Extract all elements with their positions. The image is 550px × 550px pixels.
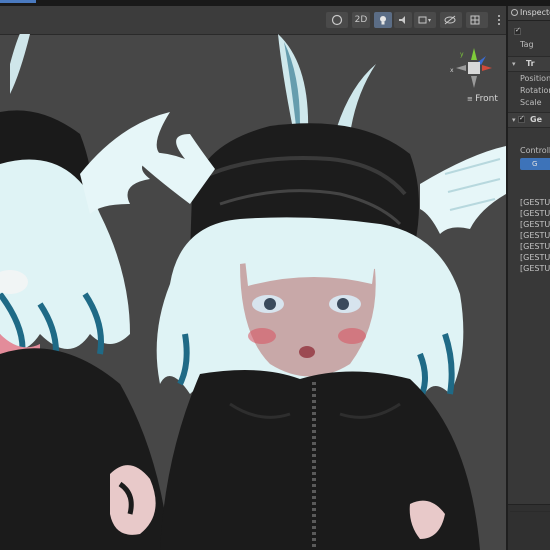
grid-icon: [470, 15, 480, 25]
transform-header[interactable]: ▾ Tr: [508, 56, 550, 72]
component-header[interactable]: ▾ Ge: [508, 112, 550, 128]
rotation-label: Rotation: [520, 86, 550, 95]
active-checkbox[interactable]: [514, 26, 521, 35]
gesture-item[interactable]: [GESTUR: [520, 253, 550, 262]
main-avatar: [130, 34, 506, 550]
controlling-button[interactable]: G: [520, 158, 550, 170]
gizmos-dropdown-button[interactable]: [466, 12, 488, 28]
component-enabled-checkbox[interactable]: [518, 114, 525, 123]
gesture-item[interactable]: [GESTUR: [520, 264, 550, 273]
position-label: Position: [520, 74, 550, 83]
gesture-item[interactable]: [GESTUR: [520, 231, 550, 240]
hidden-objects-button[interactable]: [440, 12, 462, 28]
audio-toggle-button[interactable]: [394, 12, 412, 28]
scene-toolbar: 2D: [0, 6, 506, 35]
effects-dropdown-button[interactable]: [414, 12, 436, 28]
controlling-label: Controllin: [520, 146, 550, 155]
effects-icon: [418, 16, 431, 24]
lighting-toggle-button[interactable]: [374, 12, 392, 28]
gesture-item[interactable]: [GESTUR: [520, 242, 550, 251]
transform-header-label: Tr: [526, 59, 535, 68]
tag-label: Tag: [520, 40, 534, 49]
active-window-tab[interactable]: [0, 0, 36, 3]
component-header-label: Ge: [530, 115, 542, 124]
info-icon: [511, 9, 518, 16]
gesture-item[interactable]: [GESTUR: [520, 198, 550, 207]
speaker-icon: [399, 16, 405, 24]
scene-view[interactable]: 2D y x ≡ Front: [0, 6, 506, 550]
divider: [510, 511, 550, 512]
inspector-tab-label: Inspecto: [520, 8, 550, 17]
more-options-button[interactable]: [490, 12, 506, 28]
scale-label: Scale: [520, 98, 542, 107]
inspector-tab[interactable]: Inspecto: [508, 6, 550, 21]
shading-mode-button[interactable]: [326, 12, 348, 28]
collapse-arrow-icon: ▾: [512, 116, 516, 124]
left-avatar: [0, 34, 170, 550]
inspector-panel: Inspecto Tag ▾ Tr Position Rotation Scal…: [506, 6, 550, 550]
mode-2d-button[interactable]: 2D: [352, 12, 370, 28]
collapse-arrow-icon: ▾: [512, 60, 516, 68]
avatar-render: [0, 34, 506, 550]
gesture-item[interactable]: [GESTUR: [520, 209, 550, 218]
eye-off-icon: [444, 15, 456, 25]
lightbulb-icon: [380, 16, 386, 25]
kebab-menu-icon: [498, 15, 500, 25]
inspector-bottom-area: [508, 504, 550, 550]
sphere-icon: [331, 14, 343, 26]
gesture-item[interactable]: [GESTUR: [520, 220, 550, 229]
